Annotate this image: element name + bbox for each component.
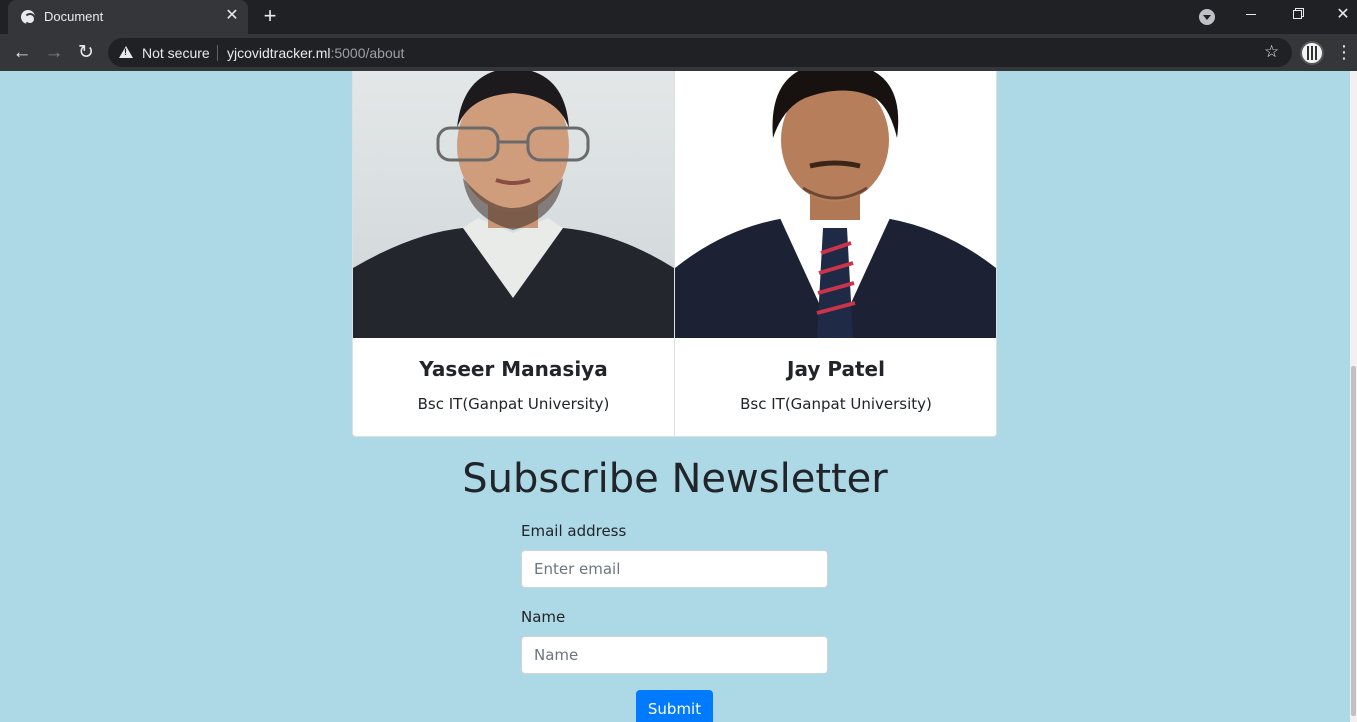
newsletter-heading: Subscribe Newsletter xyxy=(462,456,888,502)
scrollbar-thumb[interactable] xyxy=(1351,366,1356,716)
email-label: Email address xyxy=(521,522,627,540)
browser-tab-bar: Document ✕ + ✕ xyxy=(0,0,1357,34)
team-card: Jay Patel Bsc IT(Ganpat University) xyxy=(675,71,996,436)
browser-tab[interactable]: Document ✕ xyxy=(8,0,248,34)
close-window-button[interactable]: ✕ xyxy=(1320,0,1357,32)
member-photo-illustration xyxy=(353,71,674,338)
name-field[interactable] xyxy=(521,636,828,674)
submit-button[interactable]: Submit xyxy=(636,690,713,722)
member-name: Yaseer Manasiya xyxy=(419,357,608,381)
member-photo xyxy=(353,71,674,338)
new-tab-button[interactable]: + xyxy=(258,5,282,29)
member-name: Jay Patel xyxy=(787,357,885,381)
member-role: Bsc IT(Ganpat University) xyxy=(417,395,610,413)
email-field[interactable] xyxy=(521,550,828,588)
browser-toolbar: ← → ↻ Not secure yjcovidtracker.ml:5000/… xyxy=(0,34,1357,71)
team-card: Yaseer Manasiya Bsc IT(Ganpat University… xyxy=(353,71,675,436)
team-card-group: Yaseer Manasiya Bsc IT(Ganpat University… xyxy=(352,71,997,437)
member-role: Bsc IT(Ganpat University) xyxy=(740,395,932,413)
page-viewport: Yaseer Manasiya Bsc IT(Ganpat University… xyxy=(0,71,1350,722)
security-label[interactable]: Not secure xyxy=(142,45,210,61)
restore-button[interactable] xyxy=(1274,0,1320,32)
tab-search-icon[interactable] xyxy=(1199,9,1215,25)
bookmark-star-icon[interactable]: ☆ xyxy=(1264,42,1279,62)
address-divider xyxy=(217,45,218,61)
address-bar[interactable]: Not secure yjcovidtracker.ml:5000/about … xyxy=(108,38,1292,67)
url-text[interactable]: yjcovidtracker.ml:5000/about xyxy=(227,45,404,61)
reload-icon[interactable]: ↻ xyxy=(73,40,99,66)
minimize-button[interactable] xyxy=(1228,0,1274,32)
globe-icon xyxy=(21,10,36,25)
tab-title: Document xyxy=(44,9,104,24)
page-scrollbar[interactable] xyxy=(1350,71,1357,722)
kebab-menu-icon[interactable]: ⋮ xyxy=(1334,39,1354,65)
forward-arrow-icon[interactable]: → xyxy=(41,40,67,66)
member-photo xyxy=(675,71,996,338)
profile-avatar[interactable] xyxy=(1300,41,1324,65)
member-photo-illustration xyxy=(675,71,996,338)
back-arrow-icon[interactable]: ← xyxy=(9,40,35,66)
warning-icon[interactable] xyxy=(119,46,133,58)
name-label: Name xyxy=(521,608,566,626)
close-tab-icon[interactable]: ✕ xyxy=(223,7,241,25)
